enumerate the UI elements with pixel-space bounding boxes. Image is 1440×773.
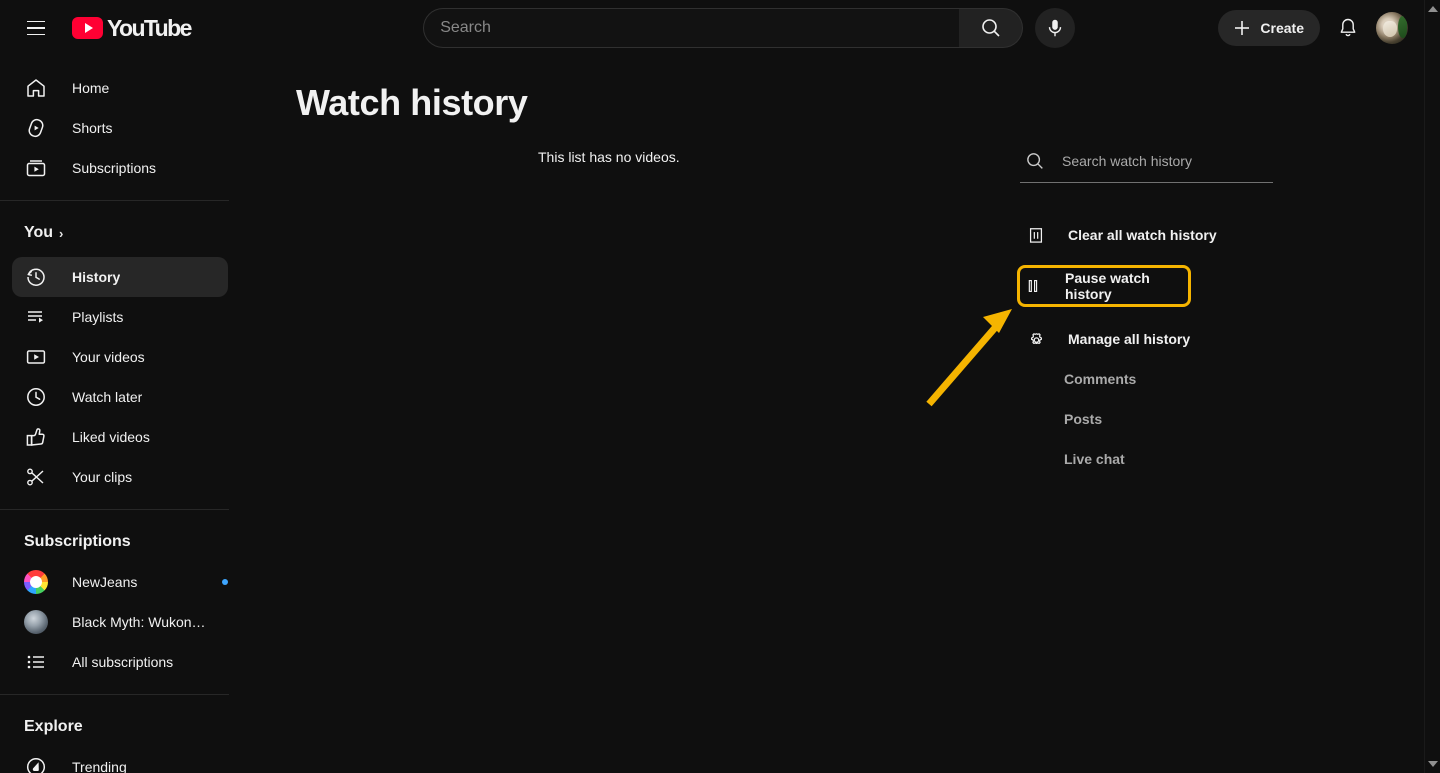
scroll-down-arrow-icon[interactable]: [1428, 761, 1438, 767]
sidebar-item-label: All subscriptions: [72, 654, 174, 670]
masthead-left: YouTube: [0, 8, 280, 48]
playlists-icon: [24, 305, 48, 329]
avatar[interactable]: [1376, 12, 1408, 44]
scissors-icon: [24, 465, 48, 489]
search-icon: [981, 19, 1000, 37]
clock-icon: [24, 385, 48, 409]
create-button-label: Create: [1260, 20, 1304, 36]
list-icon: [24, 650, 48, 674]
masthead: YouTube Search Create: [0, 0, 1424, 56]
trash-icon: [1024, 223, 1048, 247]
manage-all-history-button[interactable]: Manage all history: [1020, 319, 1280, 359]
rail-subitem-label: Comments: [1064, 371, 1137, 387]
rail-action-label: Pause watch history: [1065, 270, 1150, 302]
sidebar-item-label: Black Myth: Wukon…: [72, 614, 206, 630]
sidebar-item-your-clips[interactable]: Your clips: [12, 457, 228, 497]
sidebar-item-your-videos[interactable]: Your videos: [12, 337, 228, 377]
history-controls-rail: Clear all watch history Pause watch hist…: [1017, 150, 1280, 479]
sidebar-section-you-label: You: [24, 224, 54, 241]
sidebar-item-label: Liked videos: [72, 429, 150, 445]
rail-action-label: Manage all history: [1068, 331, 1191, 347]
youtube-logo[interactable]: YouTube: [72, 14, 192, 42]
sidebar: Home Shorts Subscriptions You › History …: [0, 56, 240, 773]
bell-icon: [1340, 18, 1356, 37]
shorts-icon: [24, 116, 48, 140]
trending-icon: [24, 755, 48, 773]
rail-action-label: Clear all watch history: [1068, 227, 1217, 243]
new-content-dot: [222, 579, 228, 585]
black-myth-wukong-channel-avatar: [24, 610, 48, 634]
rail-subitem-label: Live chat: [1064, 451, 1125, 467]
thumbs-up-icon: [24, 425, 48, 449]
sidebar-item-trending[interactable]: Trending: [12, 747, 228, 773]
sidebar-item-channel-newjeans[interactable]: NewJeans: [12, 562, 228, 602]
plus-icon: [1235, 21, 1250, 35]
search-input-wrapper[interactable]: [423, 8, 960, 48]
sidebar-item-liked-videos[interactable]: Liked videos: [12, 417, 228, 457]
sidebar-section-you[interactable]: You ›: [0, 213, 240, 253]
sidebar-item-home[interactable]: Home: [12, 68, 228, 108]
rail-subitem-live-chat[interactable]: Live chat: [1020, 439, 1280, 479]
newjeans-channel-avatar: [24, 570, 48, 594]
sidebar-divider-2: [0, 509, 229, 510]
sidebar-item-watch-later[interactable]: Watch later: [12, 377, 228, 417]
chevron-right-icon: ›: [59, 225, 64, 241]
sidebar-section-subscriptions-label: Subscriptions: [24, 533, 131, 550]
search-submit-button[interactable]: [959, 8, 1024, 48]
empty-state-message: This list has no videos.: [538, 149, 680, 165]
gear-icon: [1024, 327, 1048, 351]
youtube-play-badge-icon: [72, 17, 103, 39]
rail-subitem-posts[interactable]: Posts: [1020, 399, 1280, 439]
hamburger-menu-icon[interactable]: [16, 8, 56, 48]
sidebar-item-shorts[interactable]: Shorts: [12, 108, 228, 148]
sidebar-item-label: Playlists: [72, 309, 124, 325]
create-button[interactable]: Create: [1218, 10, 1320, 46]
masthead-center: [280, 8, 1218, 48]
sidebar-item-playlists[interactable]: Playlists: [12, 297, 228, 337]
sidebar-item-label: Subscriptions: [72, 160, 157, 176]
rail-subitem-comments[interactable]: Comments: [1020, 359, 1280, 399]
subscriptions-icon: [24, 156, 48, 180]
microphone-icon: [1049, 19, 1062, 37]
sidebar-item-label: Shorts: [72, 120, 113, 136]
rail-subitem-label: Posts: [1064, 411, 1103, 427]
search-watch-history-field[interactable]: [1020, 150, 1273, 183]
masthead-right: Create: [1218, 8, 1424, 48]
search-box: [423, 8, 1024, 48]
history-icon: [24, 265, 48, 289]
pause-watch-history-button[interactable]: Pause watch history: [1017, 265, 1191, 307]
sidebar-item-channel-black-myth-wukong[interactable]: Black Myth: Wukon…: [12, 602, 228, 642]
sidebar-section-explore-label: Explore: [24, 718, 83, 735]
pause-icon: [1021, 274, 1045, 298]
sidebar-divider-1: [0, 200, 229, 201]
your-videos-icon: [24, 345, 48, 369]
sidebar-item-label: Trending: [72, 759, 127, 773]
search-input[interactable]: [440, 19, 960, 37]
voice-search-button[interactable]: [1035, 8, 1076, 48]
sidebar-item-history[interactable]: History: [12, 257, 228, 297]
window-scrollbar[interactable]: [1424, 0, 1440, 773]
sidebar-item-label: Watch later: [72, 389, 143, 405]
search-watch-history-input[interactable]: [1062, 153, 1273, 169]
search-icon: [1027, 153, 1043, 169]
main-content: Watch history This list has no videos. C…: [240, 56, 1424, 773]
scroll-up-arrow-icon[interactable]: [1428, 6, 1438, 12]
home-icon: [24, 76, 48, 100]
sidebar-divider-3: [0, 694, 229, 695]
sidebar-item-subscriptions[interactable]: Subscriptions: [12, 148, 228, 188]
sidebar-item-label: Home: [72, 80, 110, 96]
sidebar-item-label: NewJeans: [72, 574, 138, 590]
youtube-logo-text: YouTube: [107, 14, 192, 41]
sidebar-item-label: Your clips: [72, 469, 133, 485]
sidebar-item-label: History: [72, 269, 121, 285]
clear-all-watch-history-button[interactable]: Clear all watch history: [1020, 215, 1280, 255]
sidebar-item-label: Your videos: [72, 349, 145, 365]
sidebar-item-all-subscriptions[interactable]: All subscriptions: [12, 642, 228, 682]
page-title: Watch history: [296, 82, 528, 123]
notifications-button[interactable]: [1328, 8, 1368, 48]
